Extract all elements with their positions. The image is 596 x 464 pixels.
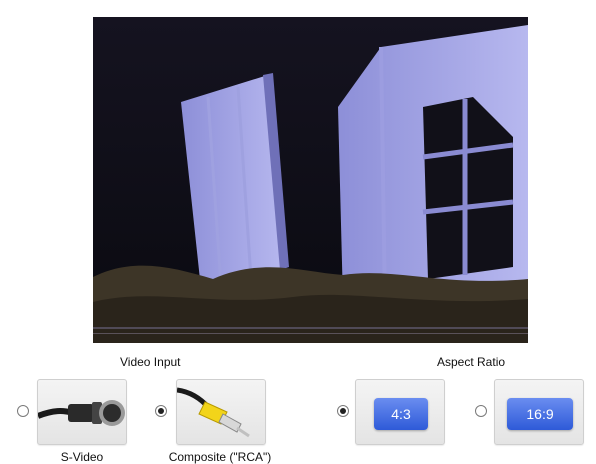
video-input-heading: Video Input [120,355,181,369]
s-video-connector-icon [38,400,125,426]
rca-connector-icon [177,387,250,438]
aspect-16-9-label: 16:9 [507,398,573,430]
aspect-4-3-radio[interactable] [337,405,349,417]
composite-button[interactable] [176,379,266,445]
s-video-label: S-Video [60,450,104,464]
s-video-button[interactable] [37,379,127,445]
composite-label: Composite ("RCA") [168,450,272,464]
aspect-4-3-label: 4:3 [374,398,428,430]
aspect-16-9-button[interactable]: 16:9 [494,379,584,445]
aspect-4-3-button[interactable]: 4:3 [355,379,445,445]
video-preview [93,17,528,343]
composite-radio[interactable] [155,405,167,417]
video-frame-image [93,17,528,343]
aspect-ratio-heading: Aspect Ratio [437,355,506,369]
aspect-16-9-radio[interactable] [475,405,487,417]
s-video-radio[interactable] [17,405,29,417]
